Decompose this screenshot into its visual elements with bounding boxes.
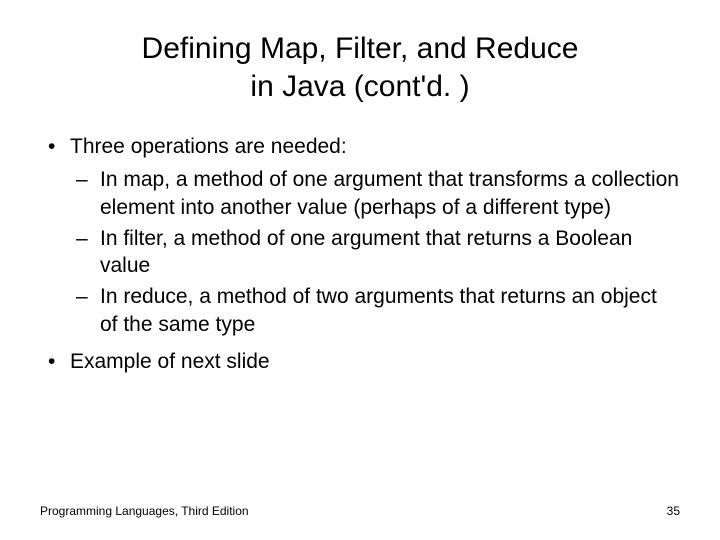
page-number: 35 bbox=[667, 504, 680, 518]
list-item: In reduce, a method of two arguments tha… bbox=[70, 283, 680, 338]
slide-title: Defining Map, Filter, and Reduce in Java… bbox=[40, 30, 680, 105]
list-item: Three operations are needed: In map, a m… bbox=[40, 133, 680, 338]
sub-list: In map, a method of one argument that tr… bbox=[70, 166, 680, 338]
sub-text: In filter, a method of one argument that… bbox=[100, 227, 632, 277]
footer-source: Programming Languages, Third Edition bbox=[40, 504, 249, 518]
title-line-2: in Java (cont'd. ) bbox=[250, 70, 469, 103]
list-item: Example of next slide bbox=[40, 348, 680, 375]
sub-text: In reduce, a method of two arguments tha… bbox=[100, 285, 657, 335]
sub-text: In map, a method of one argument that tr… bbox=[100, 168, 679, 218]
title-line-1: Defining Map, Filter, and Reduce bbox=[142, 32, 579, 65]
bullet-list: Three operations are needed: In map, a m… bbox=[40, 133, 680, 375]
slide-footer: Programming Languages, Third Edition 35 bbox=[40, 504, 680, 518]
bullet-text: Example of next slide bbox=[70, 350, 270, 373]
bullet-text: Three operations are needed: bbox=[70, 135, 347, 158]
list-item: In filter, a method of one argument that… bbox=[70, 225, 680, 280]
list-item: In map, a method of one argument that tr… bbox=[70, 166, 680, 221]
